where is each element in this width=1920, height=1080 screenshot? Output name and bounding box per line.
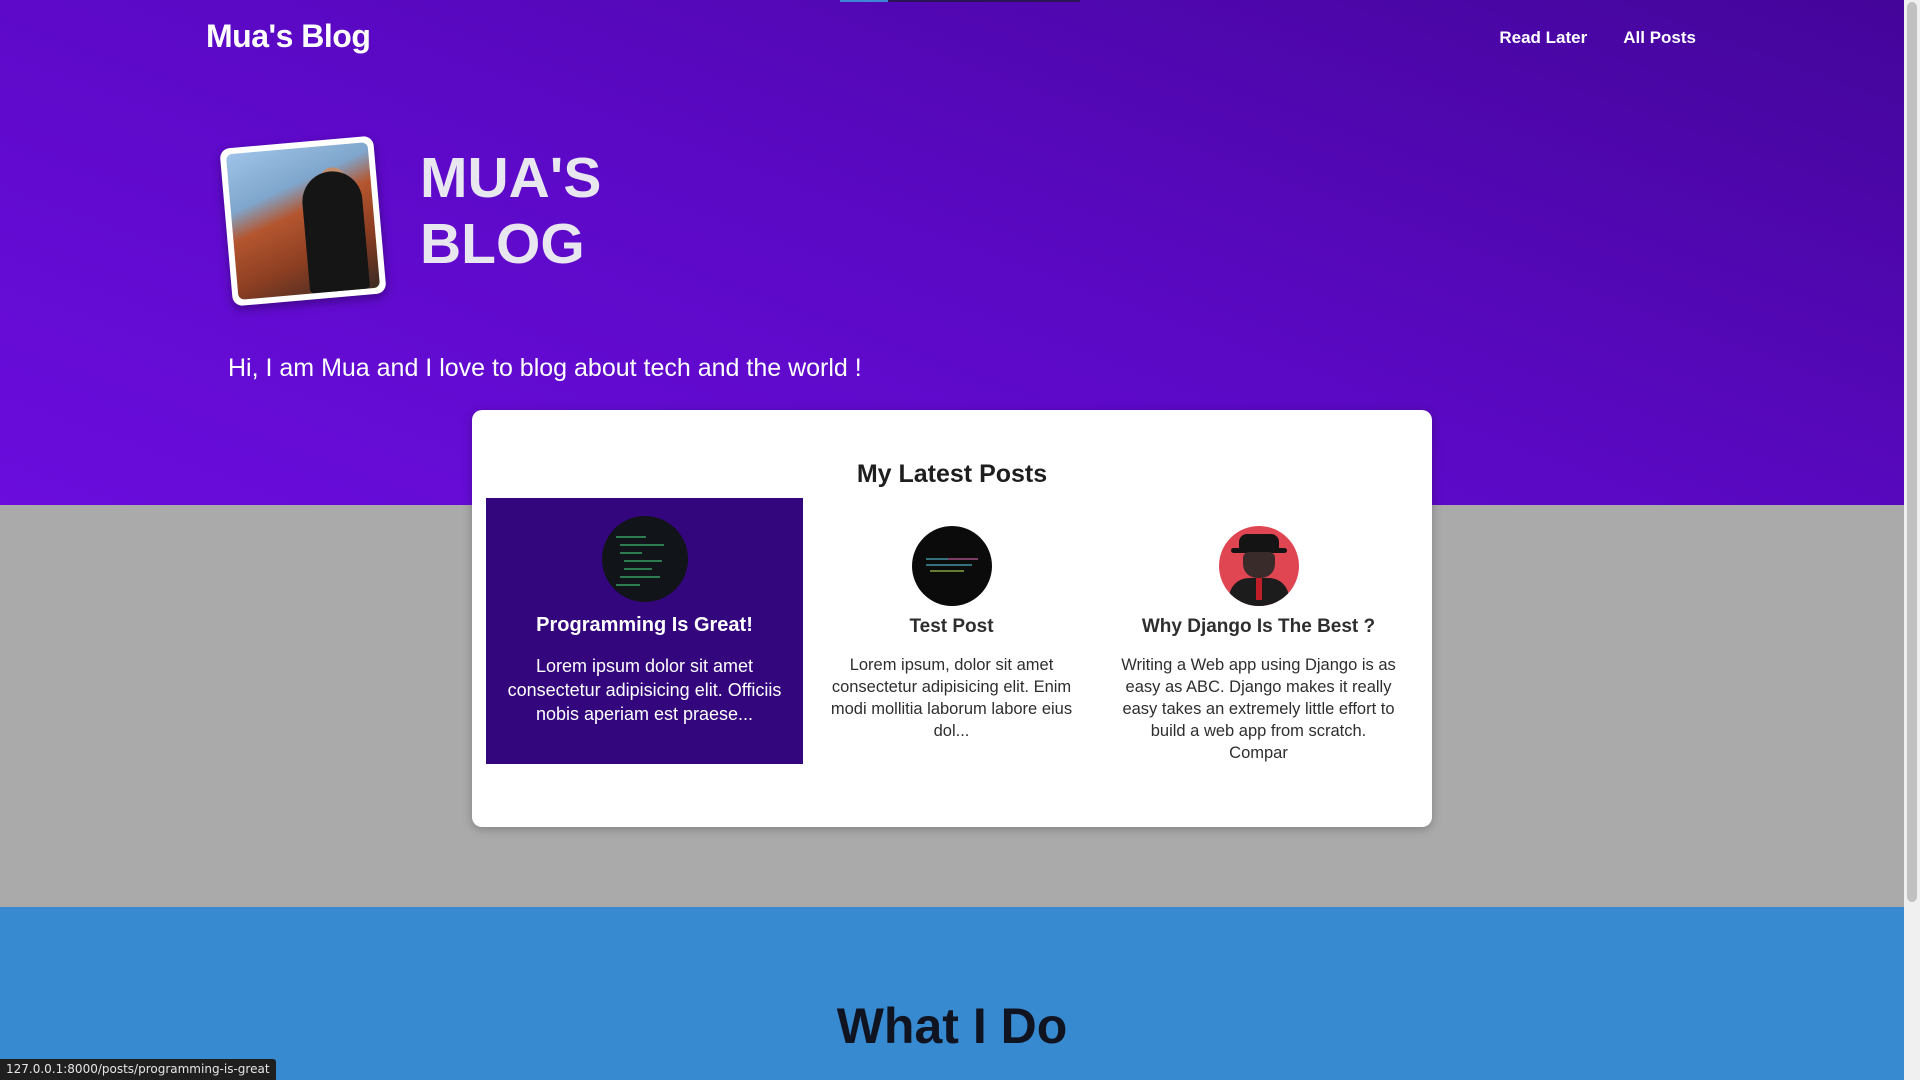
- page-scrollbar[interactable]: [1904, 0, 1920, 1080]
- author-avatar: [219, 135, 387, 307]
- hero-tagline: Hi, I am Mua and I love to blog about te…: [228, 354, 862, 382]
- link-status-bar: 127.0.0.1:8000/posts/programming-is-grea…: [0, 1059, 276, 1080]
- post-excerpt: Writing a Web app using Django is as eas…: [1121, 656, 1396, 762]
- post-excerpt: Lorem ipsum dolor sit amet consectetur a…: [507, 656, 782, 724]
- post-card-programming-is-great[interactable]: Programming Is Great! Lorem ipsum dolor …: [486, 498, 803, 764]
- dark-code-image: [911, 526, 992, 606]
- post-title: Why Django Is The Best ?: [1141, 616, 1376, 637]
- what-i-do-heading: What I Do: [836, 998, 1068, 1054]
- gentleman-illustration-image: [1218, 526, 1299, 606]
- scrollbar-thumb[interactable]: [1907, 2, 1917, 902]
- hero-title-line-2: BLOG: [420, 212, 585, 276]
- author-photo: [225, 142, 381, 300]
- post-excerpt: Lorem ipsum, dolor sit amet consectetur …: [830, 656, 1073, 740]
- main-nav: Mua's Blog Read Later All Posts: [0, 0, 1904, 80]
- latest-posts-heading: My Latest Posts: [856, 460, 1048, 488]
- what-i-do-section: What I Do: [0, 907, 1904, 1080]
- nav-link-read-later[interactable]: Read Later: [1499, 28, 1587, 48]
- brand-link[interactable]: Mua's Blog: [206, 18, 371, 55]
- nav-links: Read Later All Posts: [1499, 28, 1696, 48]
- code-screen-image: [601, 516, 688, 602]
- post-title: Programming Is Great!: [536, 614, 753, 636]
- post-card-why-django-is-the-best[interactable]: Why Django Is The Best ? Writing a Web a…: [1100, 498, 1417, 764]
- page: Mua's Blog Read Later All Posts MUA'S BL…: [0, 0, 1904, 1080]
- author-photo-body: [299, 168, 371, 294]
- nav-link-all-posts[interactable]: All Posts: [1623, 28, 1696, 48]
- hero-title-line-1: MUA'S: [420, 146, 602, 210]
- post-title: Test Post: [909, 616, 994, 637]
- post-card-test-post[interactable]: Test Post Lorem ipsum, dolor sit amet co…: [793, 498, 1110, 764]
- latest-posts-card: My Latest Posts Programming Is Great! Lo…: [472, 410, 1432, 827]
- hero-title: MUA'S BLOG: [420, 145, 601, 277]
